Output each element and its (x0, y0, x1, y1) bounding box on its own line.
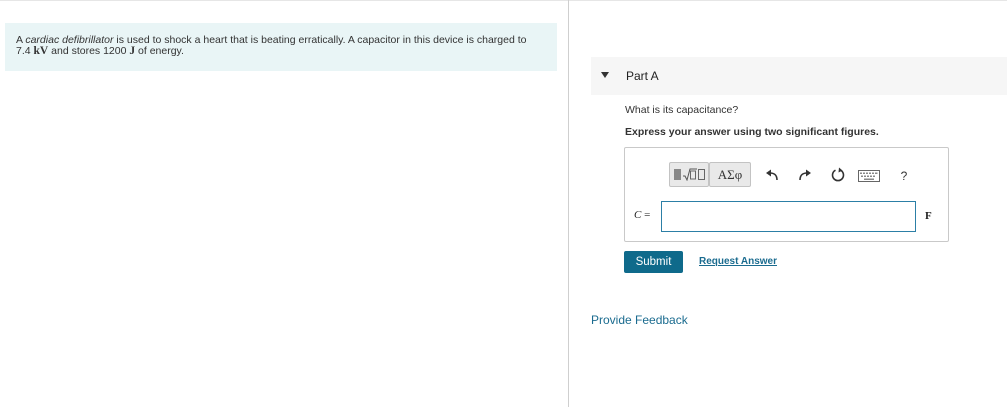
voltage-unit: kV (33, 45, 49, 57)
top-rule (0, 0, 1007, 1)
question-text: What is its capacitance? (625, 104, 739, 116)
help-icon[interactable]: ? (898, 168, 910, 184)
problem-statement: A cardiac defibrillator is used to shock… (5, 23, 557, 71)
reset-icon[interactable] (830, 167, 846, 183)
answer-variable-label: C = (634, 209, 650, 221)
redo-icon[interactable] (797, 168, 813, 184)
unit-label: F (925, 210, 932, 222)
answer-input[interactable] (661, 201, 916, 232)
instruction-text: Express your answer using two significan… (625, 126, 879, 138)
voltage-value: 7.4 (16, 45, 34, 57)
column-divider (568, 0, 569, 407)
undo-icon[interactable] (764, 168, 780, 184)
equals-sign: = (641, 209, 651, 221)
request-answer-link[interactable]: Request Answer (699, 256, 777, 267)
template-icon (673, 168, 705, 181)
problem-text-end: of energy. (135, 45, 184, 57)
template-button[interactable] (669, 162, 709, 187)
submit-button[interactable]: Submit (624, 251, 683, 273)
greek-symbols-icon: ΑΣφ (717, 166, 743, 182)
symbols-button[interactable]: ΑΣφ (709, 162, 751, 187)
keyboard-icon[interactable] (858, 170, 880, 182)
problem-text-line2: and stores 1200 (48, 45, 130, 57)
provide-feedback-link[interactable]: Provide Feedback (591, 313, 688, 327)
part-title[interactable]: Part A (626, 69, 659, 83)
collapse-caret-icon[interactable] (601, 72, 609, 78)
